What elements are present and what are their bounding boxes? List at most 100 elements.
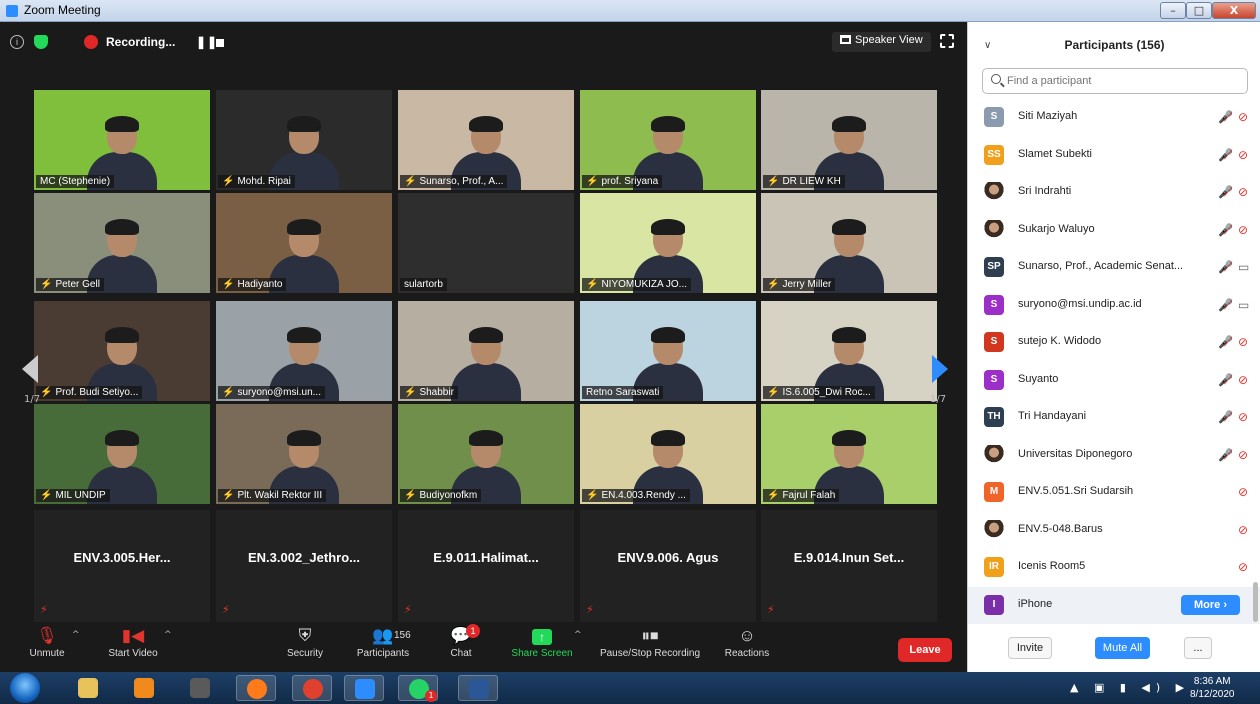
invite-button[interactable]: Invite [1008, 637, 1052, 659]
video-off-icon: ⊘ [1238, 372, 1249, 387]
participant-name: suryono@msi.un... [237, 387, 321, 398]
video-tile[interactable]: ⚡ Budiyonofkm [398, 404, 574, 504]
avatar [984, 444, 1004, 465]
video-tile[interactable]: ⚡ Fajrul Falah [761, 404, 937, 504]
video-tile[interactable]: E.9.011.Halimat... ⚡ [398, 510, 574, 622]
window-title: Zoom Meeting [24, 3, 101, 17]
video-tile[interactable]: ⚡ Jerry Miller [761, 193, 937, 293]
participant-row[interactable]: Sri Indrahti 🎤̸ ⊘ [968, 174, 1260, 211]
taskbar-app-firefox[interactable] [236, 675, 276, 701]
participant-name-tag: ⚡ Budiyonofkm [400, 489, 482, 502]
panel-title: Participants (156) [1064, 38, 1165, 52]
participant-list-scrollbar[interactable] [1253, 582, 1258, 622]
avatar: I [984, 594, 1004, 615]
chat-button[interactable]: 💬 1 Chat [416, 624, 506, 672]
video-tile[interactable]: ⚡ Hadiyanto [216, 193, 392, 293]
participant-row[interactable]: SP Sunarso, Prof., Academic Senat... 🎤̸ ▭ [968, 249, 1260, 286]
video-tile[interactable]: Retno Saraswati [580, 301, 756, 401]
search-input[interactable] [1007, 72, 1237, 90]
taskbar-app-whatsapp[interactable]: 1 [398, 675, 438, 702]
mute-all-button[interactable]: Mute All [1095, 637, 1150, 659]
meeting-area: i Recording... ❚❚ Speaker View MC (Steph… [0, 22, 967, 672]
leave-button[interactable]: Leave [898, 638, 952, 662]
participant-row[interactable]: Universitas Diponegoro 🎤̸ ⊘ [968, 437, 1260, 474]
video-tile[interactable]: ⚡ suryono@msi.un... [216, 301, 392, 401]
participant-row[interactable]: S Suyanto 🎤̸ ⊘ [968, 362, 1260, 399]
video-tile[interactable]: ⚡ IS.6.005_Dwi Roc... [761, 301, 937, 401]
video-tile[interactable]: ⚡ Shabbir [398, 301, 574, 401]
participant-row[interactable]: Sukarjo Waluyo 🎤̸ ⊘ [968, 212, 1260, 249]
taskbar-app-vlc[interactable] [124, 675, 164, 701]
participants-button[interactable]: 👥 156 Participants [338, 624, 428, 672]
share-options-caret-icon[interactable]: ^ [574, 630, 582, 640]
info-icon[interactable]: i [10, 35, 24, 49]
participant-row[interactable]: Ssutejo K. Widodo 🎤̸ ⊘ [968, 324, 1260, 361]
pause-recording-label: Pause/Stop Recording [599, 648, 701, 659]
fullscreen-icon[interactable] [940, 34, 954, 48]
video-tile[interactable]: ENV.3.005.Her... ⚡ [34, 510, 210, 622]
close-button[interactable]: X [1212, 2, 1256, 19]
reactions-button[interactable]: ☺ Reactions [702, 624, 792, 672]
taskbar-app-chrome[interactable] [292, 675, 332, 701]
previous-page-arrow-icon[interactable] [22, 355, 38, 383]
taskbar-app-tool[interactable] [180, 675, 220, 701]
avatar [984, 182, 1004, 202]
participant-row[interactable]: TH Tri Handayani 🎤̸ ⊘ [968, 399, 1260, 436]
taskbar-app-word[interactable] [458, 675, 498, 701]
mic-muted-icon: ⚡ [767, 279, 780, 290]
minimize-button[interactable]: – [1160, 2, 1186, 19]
participant-row[interactable]: Ssuryono@msi.undip.ac.id 🎤̸ ▭ [968, 287, 1260, 324]
encryption-shield-icon[interactable] [34, 35, 48, 49]
video-tile[interactable]: ⚡ Prof. Budi Setiyo... [34, 301, 210, 401]
video-tile[interactable]: ENV.9.006. Agus ⚡ [580, 510, 756, 622]
participant-row[interactable]: S Siti Maziyah 🎤̸ ⊘ [968, 99, 1260, 136]
start-button[interactable] [10, 673, 40, 703]
video-tile[interactable]: ⚡ Sunarso, Prof., A... [398, 90, 574, 190]
participant-row[interactable]: M ENV.5.051.Sri Sudarsih ⊘ [968, 474, 1260, 511]
more-options-button[interactable]: ... [1184, 637, 1212, 659]
chat-label: Chat [450, 648, 472, 659]
video-tile[interactable]: MC (Stephenie) [34, 90, 210, 190]
participant-name: Mohd. Ripai [237, 176, 291, 187]
video-tile[interactable]: ⚡ Plt. Wakil Rektor III [216, 404, 392, 504]
participant-row[interactable]: SS Slamet Subekti 🎤̸ ⊘ [968, 137, 1260, 174]
video-options-caret-icon[interactable]: ^ [164, 630, 172, 640]
participant-row[interactable]: ENV.5-048.Barus ⊘ [968, 512, 1260, 549]
video-tile[interactable]: ⚡ prof. Sriyana [580, 90, 756, 190]
security-button[interactable]: ⛨ Security [260, 624, 350, 672]
audio-options-caret-icon[interactable]: ^ [72, 630, 80, 640]
video-tile[interactable]: ⚡ Mohd. Ripai [216, 90, 392, 190]
mic-muted-icon: ⚡ [404, 603, 412, 616]
participant-name: Retno Saraswati [586, 387, 660, 398]
video-tile[interactable]: ⚡ MIL UNDIP [34, 404, 210, 504]
chat-unread-badge: 1 [466, 624, 480, 638]
avatar: S [984, 369, 1004, 390]
participant-row[interactable]: IR Icenis Room5 ⊘ [968, 549, 1260, 586]
taskbar-app-zoom[interactable] [344, 675, 384, 701]
video-tile[interactable]: sulartorb [398, 193, 574, 293]
maximize-button[interactable]: □ [1186, 2, 1212, 19]
clock[interactable]: 8:36 AM 8/12/2020 [1190, 675, 1235, 701]
video-tile[interactable]: EN.3.002_Jethro... ⚡ [216, 510, 392, 622]
word-icon [469, 679, 489, 699]
pause-recording-icon[interactable]: ❚❚ [196, 35, 218, 49]
video-tile[interactable]: ⚡ EN.4.003.Rendy ... [580, 404, 756, 504]
video-tile[interactable]: ⚡ NIYOMUKIZA JO... [580, 193, 756, 293]
system-tray-icons[interactable]: ▲ ▣ ▮ ◀) ▶ [1070, 681, 1190, 694]
video-tile[interactable]: ⚡ Peter Gell [34, 193, 210, 293]
more-button[interactable]: More › [1181, 594, 1240, 615]
participant-name-tag: ⚡ EN.4.003.Rendy ... [582, 489, 690, 502]
pause-stop-recording-button[interactable]: ⏸⏹ Pause/Stop Recording [590, 624, 710, 672]
participant-search[interactable] [982, 68, 1248, 94]
video-camera-icon: ▭ [1238, 297, 1250, 312]
video-tile[interactable]: ⚡ DR LIEW KH [761, 90, 937, 190]
video-off-icon: ⊘ [1238, 222, 1249, 237]
speaker-view-button[interactable]: Speaker View [832, 32, 931, 52]
next-page-arrow-icon[interactable] [932, 355, 948, 383]
taskbar-app-explorer[interactable] [68, 675, 108, 701]
stop-recording-icon[interactable] [216, 39, 224, 47]
participant-name: Universitas Diponegoro [1018, 447, 1133, 460]
unmute-label: Unmute [29, 648, 65, 659]
participant-row[interactable]: IiPhone More › [968, 586, 1260, 624]
video-tile[interactable]: E.9.014.Inun Set... ⚡ [761, 510, 937, 622]
